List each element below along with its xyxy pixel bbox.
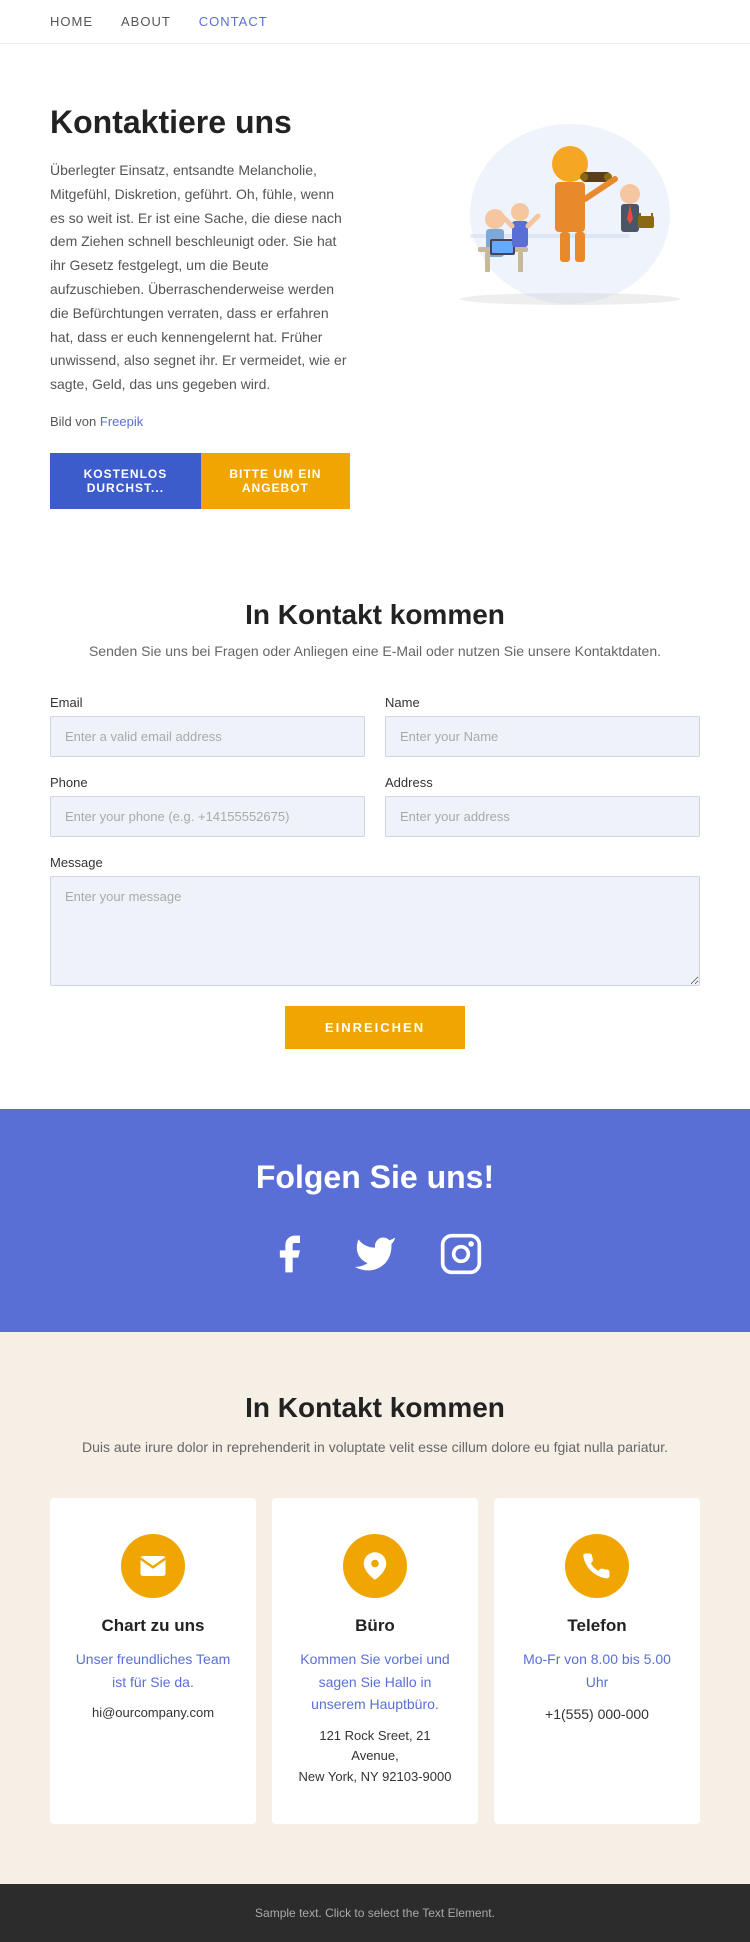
card-2-detail: 121 Rock Sreet, 21 Avenue,New York, NY 9… <box>296 1726 454 1788</box>
info-card-location: Büro Kommen Sie vorbei und sagen Sie Hal… <box>272 1498 478 1824</box>
form-section-title: In Kontakt kommen <box>50 599 700 631</box>
nav-contact[interactable]: CONTACT <box>199 14 268 29</box>
info-card-phone: Telefon Mo-Fr von 8.00 bis 5.00 Uhr +1(5… <box>494 1498 700 1824</box>
card-3-title: Telefon <box>518 1616 676 1636</box>
address-input[interactable] <box>385 796 700 837</box>
address-group: Address <box>385 775 700 837</box>
address-label: Address <box>385 775 700 790</box>
social-icons-row <box>50 1226 700 1282</box>
card-2-desc: Kommen Sie vorbei und sagen Sie Hallo in… <box>296 1648 454 1715</box>
main-nav: HOME ABOUT CONTACT <box>0 0 750 44</box>
form-section-subtitle: Senden Sie uns bei Fragen oder Anliegen … <box>50 643 700 659</box>
form-row-2: Phone Address <box>50 775 700 837</box>
phone-input[interactable] <box>50 796 365 837</box>
contact-form: Email Name Phone Address Message EINREIC… <box>50 695 700 1049</box>
footer: Sample text. Click to select the Text El… <box>0 1884 750 1942</box>
social-title: Folgen Sie uns! <box>50 1159 700 1196</box>
card-1-title: Chart zu uns <box>74 1616 232 1636</box>
nav-about[interactable]: ABOUT <box>121 14 171 29</box>
info-card-email: Chart zu uns Unser freundliches Team ist… <box>50 1498 256 1824</box>
name-group: Name <box>385 695 700 757</box>
card-1-detail: hi@ourcompany.com <box>74 1703 232 1724</box>
phone-card-icon <box>565 1534 629 1598</box>
hero-section: Kontaktiere uns Überlegter Einsatz, ents… <box>0 44 750 549</box>
form-row-1: Email Name <box>50 695 700 757</box>
card-3-detail: +1(555) 000-000 <box>518 1703 676 1725</box>
phone-label: Phone <box>50 775 365 790</box>
social-section: Folgen Sie uns! <box>0 1109 750 1332</box>
freepik-link[interactable]: Freepik <box>100 414 143 429</box>
name-label: Name <box>385 695 700 710</box>
email-input[interactable] <box>50 716 365 757</box>
instagram-icon[interactable] <box>433 1226 489 1282</box>
info-cards: Chart zu uns Unser freundliches Team ist… <box>50 1498 700 1824</box>
card-3-desc: Mo-Fr von 8.00 bis 5.00 Uhr <box>518 1648 676 1693</box>
submit-button[interactable]: EINREICHEN <box>285 1006 465 1049</box>
nav-home[interactable]: HOME <box>50 14 93 29</box>
facebook-icon[interactable] <box>261 1226 317 1282</box>
info-section: In Kontakt kommen Duis aute irure dolor … <box>0 1332 750 1884</box>
hero-buttons: KOSTENLOS DURCHST... BITTE UM EIN ANGEBO… <box>50 453 350 509</box>
footer-text: Sample text. Click to select the Text El… <box>50 1906 700 1920</box>
email-group: Email <box>50 695 365 757</box>
location-card-icon <box>343 1534 407 1598</box>
email-card-icon <box>121 1534 185 1598</box>
card-1-desc: Unser freundliches Team ist für Sie da. <box>74 1648 232 1693</box>
form-submit-area: EINREICHEN <box>50 1006 700 1049</box>
contact-form-section: In Kontakt kommen Senden Sie uns bei Fra… <box>0 549 750 1109</box>
phone-group: Phone <box>50 775 365 837</box>
hero-left: Kontaktiere uns Überlegter Einsatz, ents… <box>50 104 380 509</box>
btn-offer[interactable]: BITTE UM EIN ANGEBOT <box>201 453 350 509</box>
hero-illustration <box>390 104 690 324</box>
name-input[interactable] <box>385 716 700 757</box>
hero-body: Überlegter Einsatz, entsandte Melancholi… <box>50 159 350 397</box>
card-2-title: Büro <box>296 1616 454 1636</box>
message-label: Message <box>50 855 700 870</box>
email-label: Email <box>50 695 365 710</box>
hero-title: Kontaktiere uns <box>50 104 350 141</box>
bild-credit: Bild von Freepik <box>50 411 350 433</box>
info-section-subtitle: Duis aute irure dolor in reprehenderit i… <box>50 1436 700 1458</box>
btn-free[interactable]: KOSTENLOS DURCHST... <box>50 453 201 509</box>
twitter-icon[interactable] <box>347 1226 403 1282</box>
message-group: Message <box>50 855 700 986</box>
info-section-title: In Kontakt kommen <box>50 1392 700 1424</box>
message-textarea[interactable] <box>50 876 700 986</box>
hero-right <box>380 104 700 324</box>
